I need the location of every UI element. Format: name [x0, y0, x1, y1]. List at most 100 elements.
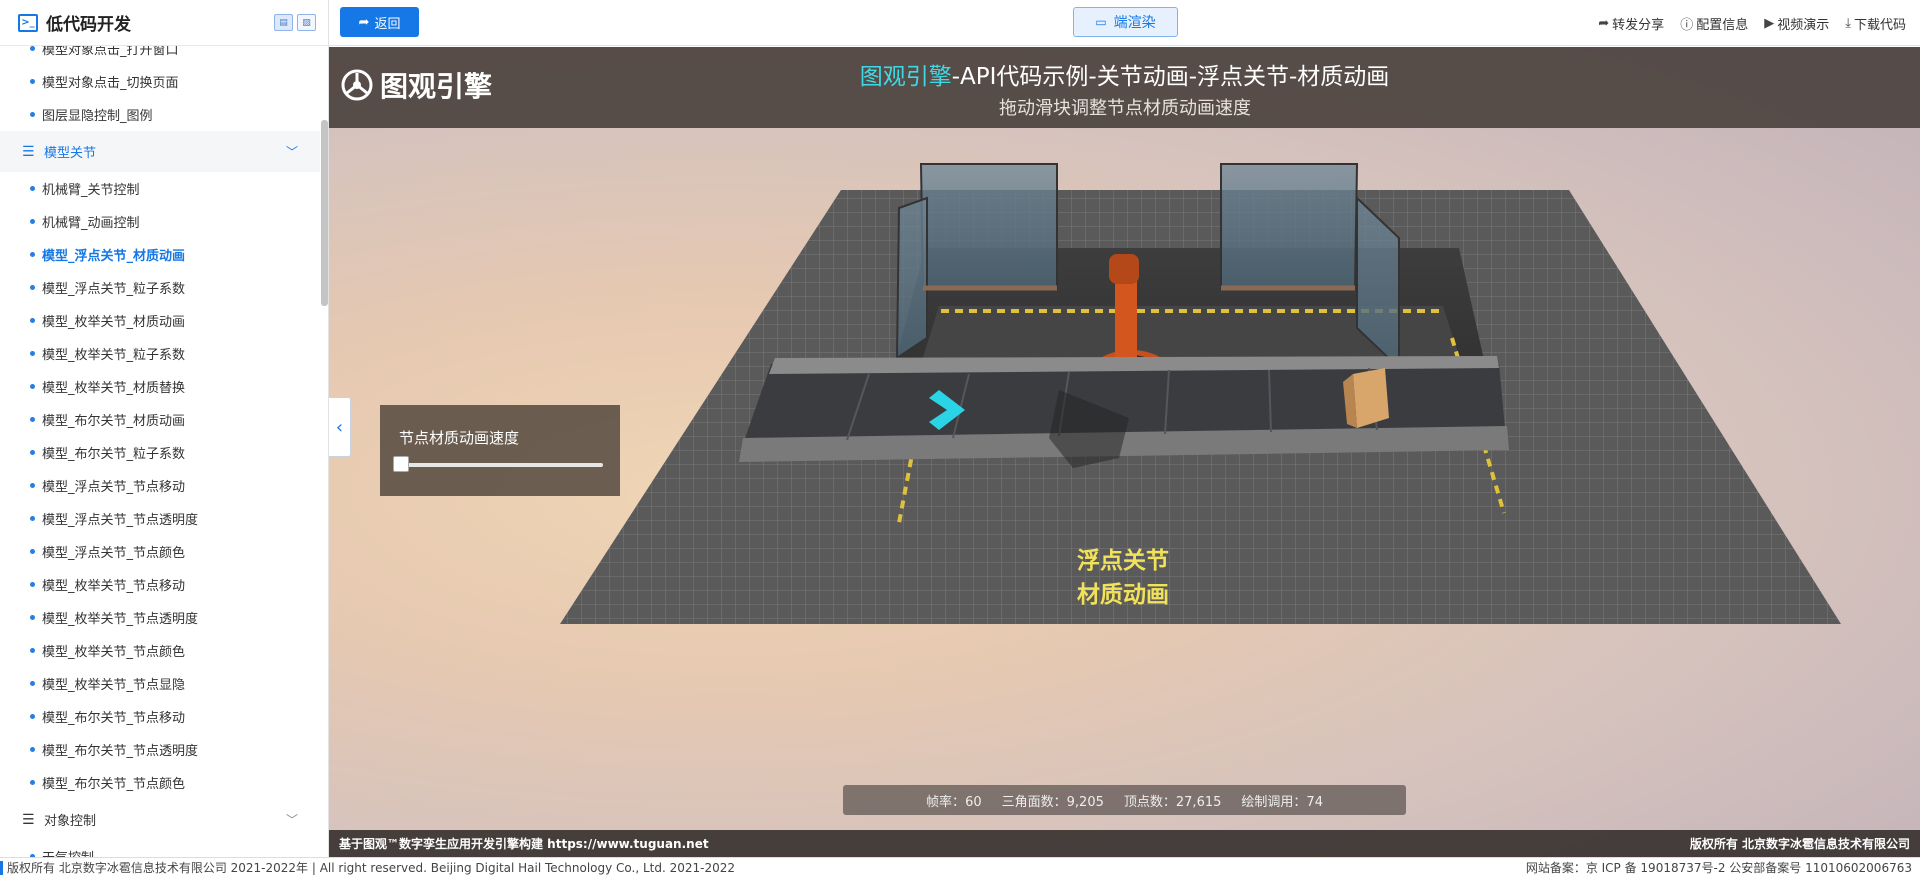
stat-label: 顶点数 — [1123, 794, 1163, 810]
sidebar-nav-item[interactable]: 天气控制 — [0, 840, 320, 857]
sidebar-nav-item[interactable]: 图层显隐控制_图例 — [0, 98, 320, 131]
sidebar-nav-label: 模型对象点击_打开窗口 — [42, 46, 179, 58]
sidebar-nav-label: 模型_枚举关节_材质动画 — [42, 315, 186, 330]
bullet-icon — [30, 681, 35, 686]
sidebar-nav-item[interactable]: 模型_浮点关节_粒子系数 — [0, 271, 320, 304]
scene-label-line2: 材质动画 — [1077, 582, 1169, 608]
stat-value: 74 — [1306, 794, 1323, 810]
sidebar-list: 模型对象点击_打开窗口 模型对象点击_切换页面 图层显隐控制_图例 ☰ 模型关节 ﹀ 机械臂… — [0, 46, 320, 857]
sidebar-nav-label: 模型_浮点关节_粒子系数 — [42, 282, 186, 297]
sidebar-nav-item[interactable]: 模型_布尔关节_粒子系数 — [0, 436, 320, 469]
top-action-button[interactable]: ▶ 视频演示 — [1764, 14, 1829, 33]
top-action-button[interactable]: ⓘ 配置信息 — [1680, 14, 1748, 33]
sidebar-title: 低代码开发 — [46, 15, 131, 35]
sidebar-nav-item[interactable]: 模型_枚举关节_节点显隐 — [0, 667, 320, 700]
bullet-icon — [30, 252, 35, 257]
copyright-marker — [0, 860, 3, 875]
sidebar-nav-item[interactable]: 模型_枚举关节_材质动画 — [0, 304, 320, 337]
stat-item: 三角面数：9,205 — [1002, 791, 1104, 810]
image-view-icon[interactable]: ▨ — [297, 14, 316, 31]
sidebar-nav-item[interactable]: 模型对象点击_打开窗口 — [0, 46, 320, 65]
sidebar-nav-item[interactable]: 机械臂_关节控制 — [0, 172, 320, 205]
chevron-down-icon: ﹀ — [285, 813, 298, 827]
sidebar-nav-item[interactable]: 模型_布尔关节_材质动画 — [0, 403, 320, 436]
top-action-button[interactable]: ⤓ 下载代码 — [1845, 14, 1906, 33]
bullet-icon — [30, 219, 35, 224]
info-icon: ⓘ — [1680, 17, 1694, 33]
stat-label: 三角面数 — [1001, 794, 1054, 810]
sidebar-nav-label: 模型_浮点关节_材质动画 — [42, 249, 186, 264]
list-view-icon[interactable]: ▤ — [274, 14, 293, 31]
bullet-icon — [30, 450, 35, 455]
sidebar-nav-label: 模型_布尔关节_粒子系数 — [42, 447, 186, 462]
stat-separator: ： — [952, 794, 966, 810]
sidebar-nav-label: 模型_浮点关节_节点透明度 — [42, 513, 199, 528]
stat-separator: ： — [1293, 794, 1307, 810]
view-toggle: ▤ ▨ — [274, 14, 316, 31]
glass-wall — [895, 196, 928, 360]
sidebar-group-label: 模型关节 — [44, 146, 97, 161]
speed-slider-thumb[interactable] — [393, 456, 409, 472]
top-action-label: 转发分享 — [1612, 17, 1665, 33]
sidebar-nav-item[interactable]: 模型_枚举关节_粒子系数 — [0, 337, 320, 370]
speed-control-panel: 节点材质动画速度 — [380, 405, 620, 496]
bullet-icon — [30, 582, 35, 587]
sidebar-group-model-joint[interactable]: ☰ 模型关节 ﹀ — [0, 131, 320, 172]
stat-item: 顶点数：27,615 — [1124, 791, 1222, 810]
sidebar-nav-label: 模型_枚举关节_节点移动 — [42, 579, 186, 594]
bullet-icon — [30, 46, 35, 51]
sidebar-nav-label: 图层显隐控制_图例 — [42, 109, 153, 124]
chevron-left-icon: ‹ — [335, 416, 344, 438]
render-mode-label: 端渲染 — [1113, 15, 1156, 31]
bullet-icon — [30, 417, 35, 422]
sidebar-nav-item[interactable]: 模型_浮点关节_材质动画 — [0, 238, 320, 271]
sidebar-nav-label: 模型_布尔关节_节点移动 — [42, 711, 186, 726]
sidebar-nav-item[interactable]: 模型_枚举关节_材质替换 — [0, 370, 320, 403]
sidebar-scroll-area: 模型对象点击_打开窗口 模型对象点击_切换页面 图层显隐控制_图例 ☰ 模型关节 ﹀ 机械臂… — [0, 46, 320, 857]
sidebar-nav-item[interactable]: 模型_浮点关节_节点透明度 — [0, 502, 320, 535]
sidebar-nav-item[interactable]: 模型_浮点关节_节点颜色 — [0, 535, 320, 568]
scene-subtitle: 拖动滑块调整节点材质动画速度 — [999, 98, 1251, 119]
stat-value: 27,615 — [1175, 794, 1222, 810]
sidebar-scrollbar[interactable] — [321, 120, 328, 306]
icp-text: 网站备案：京 ICP 备 19018737号-2 公安部备案号 11010602… — [1525, 861, 1912, 875]
sidebar-group-object-control[interactable]: ☰ 对象控制 ﹀ — [0, 799, 320, 840]
bullet-icon — [30, 79, 35, 84]
speed-label: 节点材质动画速度 — [399, 429, 520, 447]
top-action-label: 视频演示 — [1777, 17, 1830, 33]
bullet-icon — [30, 549, 35, 554]
sidebar-nav-label: 模型_浮点关节_节点颜色 — [42, 546, 186, 561]
monitor-icon: ▭ — [1095, 15, 1107, 29]
sidebar-nav-item[interactable]: 模型_布尔关节_节点移动 — [0, 700, 320, 733]
bullet-icon — [30, 112, 35, 117]
sidebar-nav-label: 天气控制 — [42, 847, 94, 857]
terminal-icon: >_ — [18, 13, 38, 32]
bottom-bar: 版权所有 北京数字冰雹信息技术有限公司 2021-2022年 | All rig… — [0, 857, 1920, 877]
top-action-button[interactable]: ➦ 转发分享 — [1598, 14, 1664, 33]
back-button[interactable]: ➦ 返回 — [340, 7, 419, 37]
sidebar-nav-item[interactable]: 模型_布尔关节_节点透明度 — [0, 733, 320, 766]
glass-wall — [1220, 163, 1359, 289]
sidebar-nav-label: 模型_枚举关节_节点颜色 — [42, 645, 186, 660]
bullet-icon — [30, 648, 35, 653]
scene-title-rest: -API代码示例-关节动画-浮点关节-材质动画 — [951, 64, 1390, 90]
viewport-footer: 基于图观™数字孪生应用开发引擎构建 https://www.tuguan.net… — [329, 830, 1920, 857]
chevron-down-icon: ﹀ — [285, 145, 298, 159]
app-window: >_ 低代码开发 ▤ ▨ 模型对象点击_打开窗口模型对象点击_切换页面图层显隐控… — [0, 0, 1920, 877]
sidebar-nav-item[interactable]: 模型_枚举关节_节点颜色 — [0, 634, 320, 667]
sidebar-nav-item[interactable]: 模型对象点击_切换页面 — [0, 65, 320, 98]
top-action-label: 配置信息 — [1696, 17, 1749, 33]
scene-viewport[interactable]: 浮点关节 材质动画 图观引擎 图观引擎-API代码示例-关节动画-浮点关节-材质… — [329, 47, 1920, 857]
sidebar-nav-item[interactable]: 模型_枚举关节_节点透明度 — [0, 601, 320, 634]
sidebar-nav-item[interactable]: 机械臂_动画控制 — [0, 205, 320, 238]
render-mode-button[interactable]: ▭ 端渲染 — [1073, 7, 1178, 37]
speed-slider-track[interactable] — [393, 463, 603, 467]
sidebar-collapse-button[interactable]: ‹ — [329, 397, 351, 457]
sidebar-nav-item[interactable]: 模型_布尔关节_节点颜色 — [0, 766, 320, 799]
sidebar-nav-label: 模型_枚举关节_材质替换 — [42, 381, 186, 396]
bullet-icon — [30, 318, 35, 323]
cargo-box — [1353, 368, 1389, 428]
back-button-label: 返回 — [374, 16, 401, 32]
sidebar-nav-item[interactable]: 模型_浮点关节_节点移动 — [0, 469, 320, 502]
sidebar-nav-item[interactable]: 模型_枚举关节_节点移动 — [0, 568, 320, 601]
